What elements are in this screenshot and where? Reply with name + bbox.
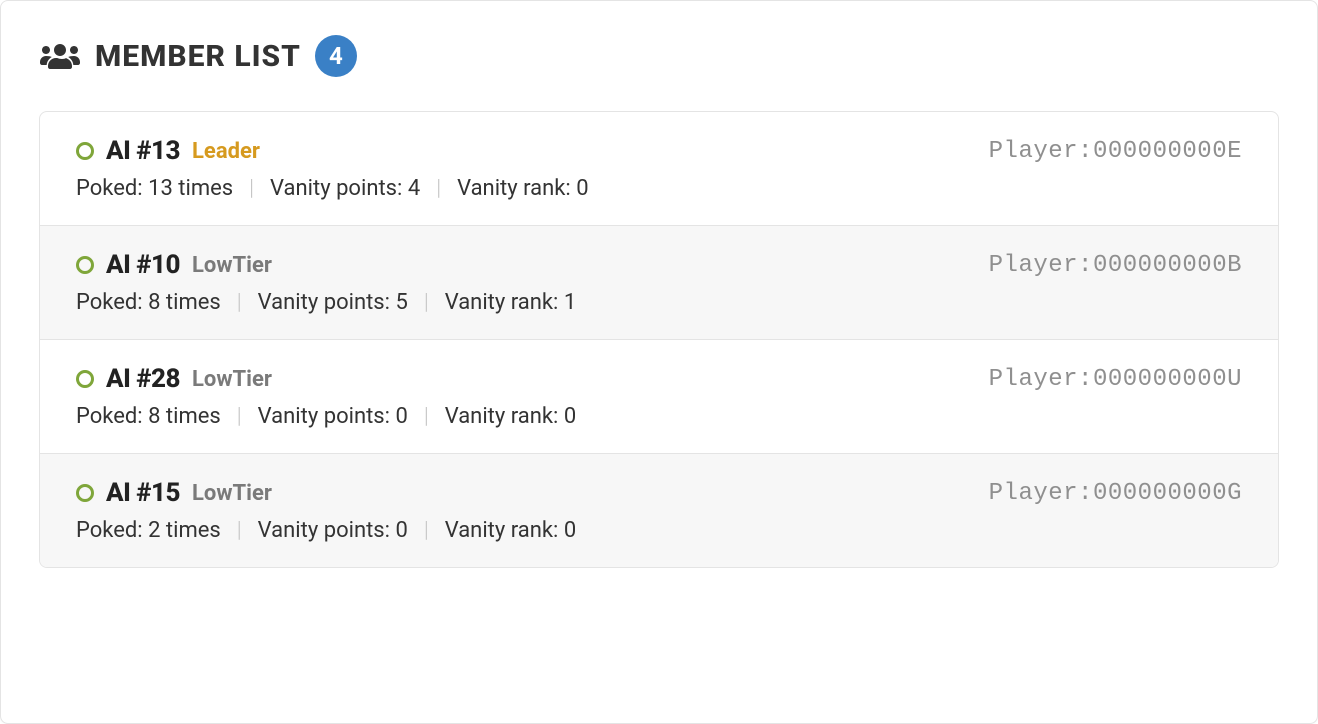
stat-poked: Poked: 8 times	[76, 404, 221, 429]
stat-vanity-points: Vanity points: 4	[270, 176, 420, 201]
player-id: Player:000000000E	[989, 138, 1242, 165]
page-title: MEMBER LIST	[95, 39, 301, 74]
member-identity: AI #28 LowTier	[76, 364, 272, 394]
member-stats: Poked: 13 times | Vanity points: 4 | Van…	[76, 176, 1242, 201]
player-id-prefix: Player:	[989, 252, 1093, 279]
status-indicator-icon	[76, 256, 94, 274]
stat-separator: |	[237, 404, 242, 429]
stat-poked: Poked: 2 times	[76, 518, 221, 543]
member-row[interactable]: AI #10 LowTier Player:000000000B Poked: …	[40, 225, 1278, 339]
stat-separator: |	[424, 290, 429, 315]
member-role-badge: Leader	[192, 139, 260, 164]
member-row-header: AI #15 LowTier Player:000000000G	[76, 478, 1242, 508]
player-id: Player:000000000G	[989, 480, 1242, 507]
player-id-value: 000000000B	[1093, 252, 1242, 279]
member-role-badge: LowTier	[192, 253, 272, 278]
player-id-prefix: Player:	[989, 366, 1093, 393]
stat-separator: |	[424, 518, 429, 543]
stat-separator: |	[237, 290, 242, 315]
stat-separator: |	[424, 404, 429, 429]
member-identity: AI #15 LowTier	[76, 478, 272, 508]
stat-poked: Poked: 8 times	[76, 290, 221, 315]
stat-vanity-rank: Vanity rank: 0	[445, 518, 577, 543]
status-indicator-icon	[76, 142, 94, 160]
member-row[interactable]: AI #28 LowTier Player:000000000U Poked: …	[40, 339, 1278, 453]
member-row[interactable]: AI #15 LowTier Player:000000000G Poked: …	[40, 453, 1278, 567]
member-row-header: AI #13 Leader Player:000000000E	[76, 136, 1242, 166]
stat-vanity-points: Vanity points: 0	[258, 404, 408, 429]
member-list-header: MEMBER LIST 4	[39, 35, 1279, 77]
stat-vanity-rank: Vanity rank: 0	[445, 404, 577, 429]
stat-vanity-rank: Vanity rank: 1	[445, 290, 577, 315]
member-row[interactable]: AI #13 Leader Player:000000000E Poked: 1…	[40, 112, 1278, 225]
member-stats: Poked: 8 times | Vanity points: 5 | Vani…	[76, 290, 1242, 315]
player-id: Player:000000000U	[989, 366, 1242, 393]
stat-vanity-rank: Vanity rank: 0	[457, 176, 589, 201]
member-row-header: AI #28 LowTier Player:000000000U	[76, 364, 1242, 394]
member-list-card: MEMBER LIST 4 AI #13 Leader Player:00000…	[0, 0, 1318, 724]
member-row-header: AI #10 LowTier Player:000000000B	[76, 250, 1242, 280]
users-icon	[39, 40, 81, 72]
player-id-value: 000000000E	[1093, 138, 1242, 165]
stat-separator: |	[436, 176, 441, 201]
stat-separator: |	[249, 176, 254, 201]
member-identity: AI #13 Leader	[76, 136, 260, 166]
status-indicator-icon	[76, 370, 94, 388]
member-stats: Poked: 2 times | Vanity points: 0 | Vani…	[76, 518, 1242, 543]
member-identity: AI #10 LowTier	[76, 250, 272, 280]
player-id-value: 000000000G	[1093, 480, 1242, 507]
member-role-badge: LowTier	[192, 367, 272, 392]
player-id-prefix: Player:	[989, 480, 1093, 507]
member-name: AI #28	[106, 364, 180, 394]
stat-poked: Poked: 13 times	[76, 176, 233, 201]
member-role-badge: LowTier	[192, 481, 272, 506]
player-id: Player:000000000B	[989, 252, 1242, 279]
player-id-value: 000000000U	[1093, 366, 1242, 393]
stat-vanity-points: Vanity points: 5	[258, 290, 408, 315]
stat-separator: |	[237, 518, 242, 543]
member-name: AI #13	[106, 136, 180, 166]
stat-vanity-points: Vanity points: 0	[258, 518, 408, 543]
member-count-badge: 4	[315, 35, 357, 77]
player-id-prefix: Player:	[989, 138, 1093, 165]
member-name: AI #10	[106, 250, 180, 280]
member-name: AI #15	[106, 478, 180, 508]
member-list: AI #13 Leader Player:000000000E Poked: 1…	[39, 111, 1279, 568]
member-stats: Poked: 8 times | Vanity points: 0 | Vani…	[76, 404, 1242, 429]
status-indicator-icon	[76, 484, 94, 502]
